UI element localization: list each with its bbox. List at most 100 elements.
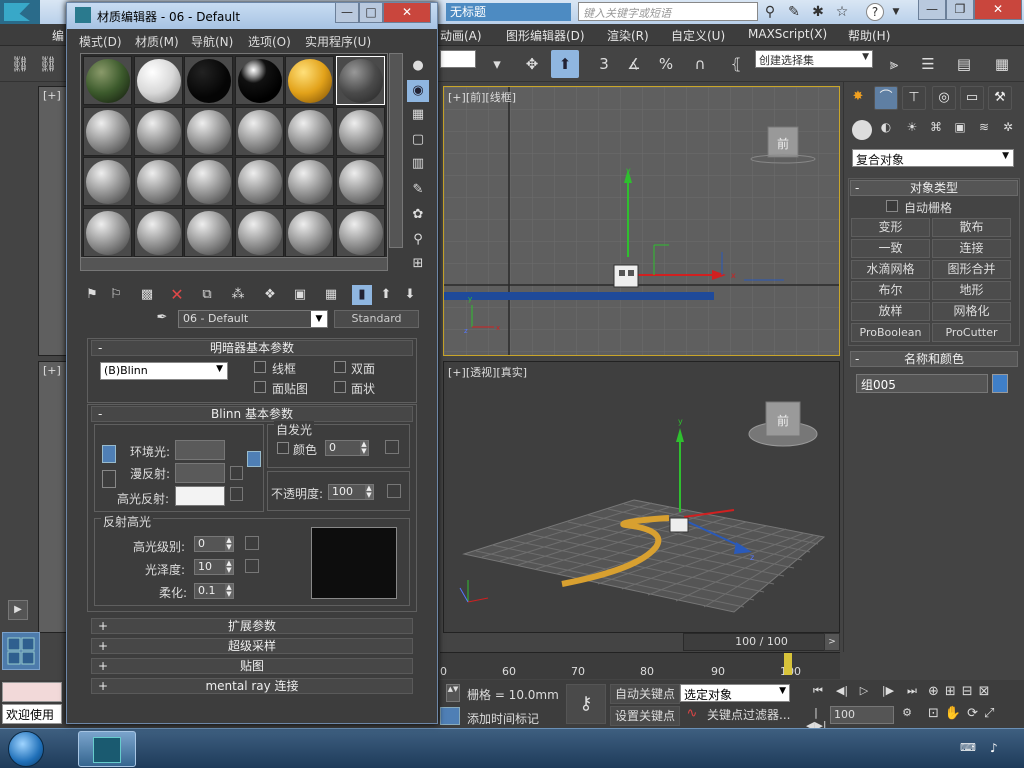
- menu-help[interactable]: 帮助(H): [848, 27, 890, 44]
- material-slot[interactable]: [184, 207, 233, 257]
- menu-customize[interactable]: 自定义(U): [671, 27, 725, 44]
- material-slot[interactable]: [184, 106, 233, 156]
- self-illum-spinner[interactable]: 0 ▲ ▼: [325, 440, 369, 456]
- spinner-icon[interactable]: ▲▼: [446, 684, 460, 702]
- menu-animation[interactable]: 动画(A): [440, 27, 482, 44]
- material-slot[interactable]: [335, 157, 385, 206]
- eyedropper-icon[interactable]: ✒: [153, 310, 171, 328]
- motion-tab-icon[interactable]: ◎: [932, 86, 956, 110]
- show-end-result-icon[interactable]: ▮: [352, 285, 372, 305]
- viewport-nav-icons[interactable]: ⊕⊞⊟⊠: [928, 684, 1018, 702]
- terrain-button[interactable]: 地形: [932, 281, 1011, 300]
- mirror-icon[interactable]: ⫸: [880, 50, 908, 78]
- spinner-snap-icon[interactable]: ∩: [686, 50, 714, 78]
- menu-graph-editors[interactable]: 图形编辑器(D): [506, 27, 585, 44]
- object-name-field[interactable]: 组005: [856, 374, 988, 393]
- lock-icon[interactable]: [247, 451, 261, 467]
- blinn-rollout-header[interactable]: - Blinn 基本参数: [91, 406, 413, 422]
- mat-minimize-button[interactable]: —: [335, 3, 359, 23]
- select-and-place-icon[interactable]: ⬆: [551, 50, 579, 78]
- key-tool-icon[interactable]: ✎: [784, 2, 804, 22]
- auto-grid-checkbox[interactable]: [886, 200, 898, 212]
- category-dropdown[interactable]: 复合对象 ▼: [852, 149, 1014, 167]
- object-type-header[interactable]: - 对象类型: [850, 180, 1018, 196]
- mat-menu-mode[interactable]: 模式(D): [79, 33, 122, 50]
- curve-icon[interactable]: ∿: [682, 706, 702, 724]
- material-slot[interactable]: [83, 56, 132, 105]
- two-sided-checkbox[interactable]: [334, 361, 346, 373]
- material-slot[interactable]: [234, 157, 284, 206]
- make-preview-icon[interactable]: ✎: [407, 179, 429, 201]
- go-to-parent-icon[interactable]: ⬆: [376, 285, 396, 305]
- menu-rendering[interactable]: 渲染(R): [607, 27, 649, 44]
- chevron-down-icon[interactable]: ▼: [886, 2, 906, 22]
- background-icon[interactable]: ▦: [407, 104, 429, 126]
- viewport-front[interactable]: y x y z x [+][前][线框] 前: [443, 86, 840, 356]
- next-frame-arrow-icon[interactable]: >: [824, 633, 840, 651]
- self-illum-map-button[interactable]: [385, 440, 399, 454]
- reset-map-icon[interactable]: ✕: [167, 285, 187, 305]
- show-shaded-map-icon[interactable]: ▦: [321, 285, 341, 305]
- sample-uv-tiling-icon[interactable]: ▢: [407, 129, 429, 151]
- material-name-field[interactable]: 06 - Default ▼: [178, 310, 328, 328]
- add-time-tag[interactable]: 添加时间标记: [467, 710, 539, 727]
- put-to-library-icon[interactable]: ❖: [260, 285, 280, 305]
- assign-to-selection-icon[interactable]: ▩: [137, 285, 157, 305]
- menu-edit[interactable]: 编: [52, 27, 64, 44]
- material-slot[interactable]: [285, 207, 334, 257]
- diffuse-map-button[interactable]: [230, 466, 243, 480]
- faceted-checkbox[interactable]: [334, 381, 346, 393]
- material-slot[interactable]: [285, 56, 334, 105]
- display-tab-icon[interactable]: ▭: [960, 86, 984, 110]
- lock-ambient-diffuse-icon[interactable]: [102, 445, 116, 463]
- video-color-check-icon[interactable]: ▥: [407, 153, 429, 175]
- gloss-spinner[interactable]: 10 ▲ ▼: [194, 559, 234, 575]
- graphite-tools-icon[interactable]: ▦: [988, 50, 1016, 78]
- material-slot[interactable]: [234, 106, 284, 156]
- key-filters-button[interactable]: 关键点过滤器...: [703, 706, 794, 726]
- opacity-spinner[interactable]: 100 ▲ ▼: [328, 484, 374, 500]
- taskbar-max-app[interactable]: [78, 731, 136, 767]
- material-map-navigator-icon[interactable]: ⊞: [407, 253, 429, 275]
- face-map-checkbox[interactable]: [254, 381, 266, 393]
- selection-set-dropdown[interactable]: 创建选择集 ▼: [755, 50, 873, 68]
- volume-icon[interactable]: ♪: [990, 741, 1010, 755]
- slots-vscrollbar[interactable]: [389, 53, 403, 248]
- lock-diffuse-specular-icon[interactable]: [102, 470, 116, 488]
- material-slot[interactable]: [335, 106, 385, 156]
- backlight-icon[interactable]: ◉: [407, 80, 429, 102]
- name-color-header[interactable]: - 名称和颜色: [850, 351, 1018, 367]
- play-icon[interactable]: ▷: [854, 684, 874, 702]
- material-slot[interactable]: [285, 157, 334, 206]
- viewport-perspective[interactable]: y z [+][透视][真实] 前: [443, 361, 840, 633]
- minimize-button[interactable]: —: [918, 0, 946, 20]
- make-unique-icon[interactable]: ⁂: [228, 285, 248, 305]
- sample-type-icon[interactable]: ●: [407, 55, 429, 77]
- procutter-button[interactable]: ProCutter: [932, 323, 1011, 342]
- go-forward-sibling-icon[interactable]: ⬇: [400, 285, 420, 305]
- edit-named-sets-icon[interactable]: ⦃: [722, 50, 750, 78]
- play-ribbon-icon[interactable]: ▶: [8, 600, 28, 620]
- material-slot[interactable]: [335, 56, 385, 105]
- modify-tab-icon[interactable]: ⌒: [874, 86, 898, 110]
- mental-ray-rollout[interactable]: + mental ray 连接: [91, 678, 413, 694]
- go-to-start-icon[interactable]: ⏮: [806, 684, 830, 702]
- align-icon[interactable]: ☰: [914, 50, 942, 78]
- close-button[interactable]: ✕: [974, 0, 1022, 20]
- material-slot[interactable]: [133, 106, 183, 156]
- viewport-layout-icon[interactable]: [2, 632, 40, 670]
- material-id-icon[interactable]: ▣: [290, 285, 310, 305]
- time-config-icon[interactable]: ⚙: [898, 706, 916, 724]
- put-to-scene-icon[interactable]: ⚐: [106, 285, 126, 305]
- auto-key-button[interactable]: 自动关键点: [610, 684, 681, 704]
- supersampling-rollout[interactable]: + 超级采样: [91, 638, 413, 654]
- menu-maxscript[interactable]: MAXScript(X): [748, 27, 827, 41]
- current-frame-field[interactable]: 100: [830, 706, 894, 724]
- mat-maximize-button[interactable]: □: [359, 3, 383, 23]
- self-illum-color-checkbox[interactable]: [277, 442, 289, 454]
- systems-icon[interactable]: ✲: [998, 120, 1018, 140]
- loft-button[interactable]: 放样: [851, 302, 930, 321]
- keyboard-icon[interactable]: ⌨: [960, 741, 980, 755]
- link-icon[interactable]: ⛓: [6, 50, 34, 78]
- binoculars-icon[interactable]: ⚲: [760, 2, 780, 22]
